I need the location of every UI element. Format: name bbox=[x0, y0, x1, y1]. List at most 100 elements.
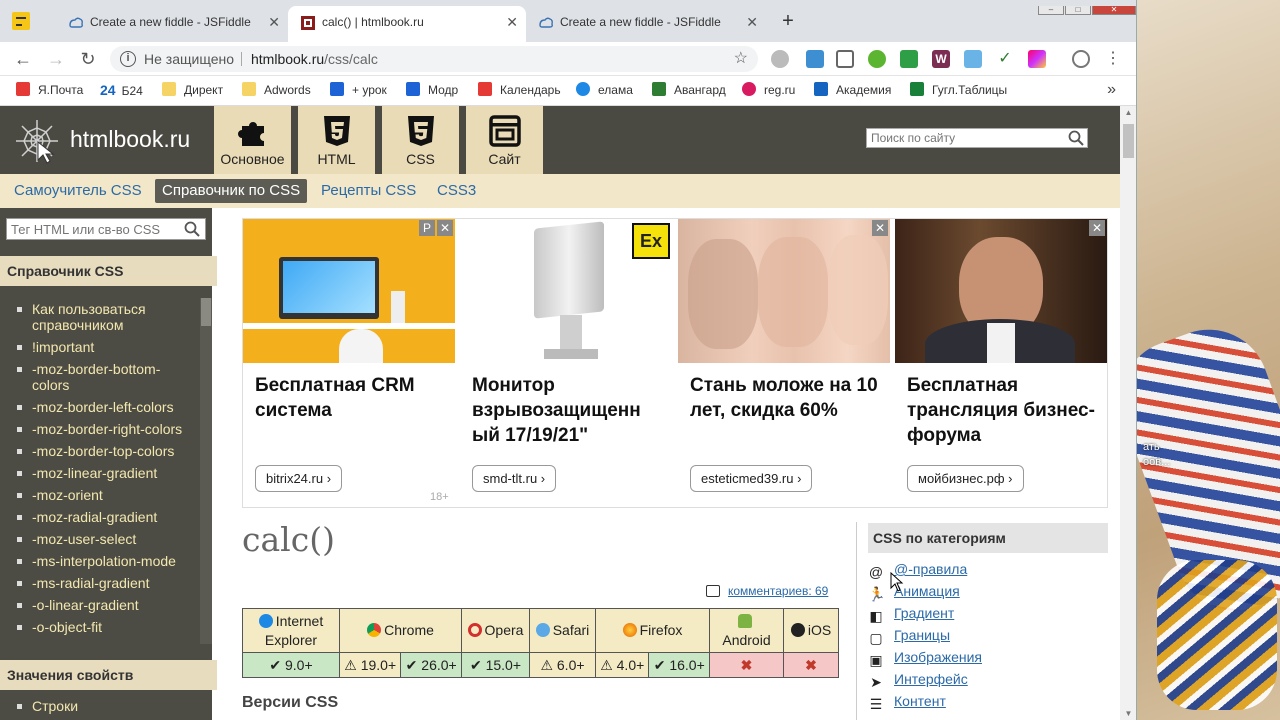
bookmark-item[interactable]: елама bbox=[576, 76, 633, 104]
category-item[interactable]: 🏃 Анимация bbox=[868, 580, 982, 602]
ad-close-icon[interactable]: ✕ bbox=[872, 220, 888, 236]
page-scroll-thumb[interactable] bbox=[1123, 124, 1134, 158]
sidebar-property-item[interactable]: -ms-interpolation-mode bbox=[0, 550, 200, 572]
sidebar-property-item[interactable]: -o-radial-gradient bbox=[0, 638, 200, 644]
sidebar-property-item[interactable]: -moz-border-right-colors bbox=[0, 418, 200, 440]
subnav-tutorial[interactable]: Самоучитель CSS bbox=[7, 179, 149, 203]
sidebar-property-item[interactable]: !important bbox=[0, 336, 200, 358]
sidebar-property-item[interactable]: -o-object-fit bbox=[0, 616, 200, 638]
extension-note-icon[interactable] bbox=[964, 50, 982, 68]
tab-htmlbook[interactable]: calc() | htmlbook.ru ✕ bbox=[288, 6, 526, 42]
nav-tile-html[interactable]: HTML bbox=[298, 106, 375, 174]
sidebar-search-input[interactable] bbox=[7, 219, 177, 239]
sidebar-property-item[interactable]: -moz-linear-gradient bbox=[0, 462, 200, 484]
ad-card[interactable]: P ✕ Бесплатная CRM система bitrix24.ru bbox=[243, 219, 455, 507]
category-link[interactable]: Интерфейс bbox=[894, 671, 968, 687]
ad-domain-button[interactable]: bitrix24.ru bbox=[255, 465, 343, 492]
extension-badge-icon[interactable] bbox=[900, 50, 918, 68]
url-text[interactable]: htmlbook.ru/css/calc bbox=[251, 46, 378, 72]
ad-domain-button[interactable]: мойбизнес.рф bbox=[907, 465, 1024, 492]
bookmark-item[interactable]: Календарь bbox=[478, 76, 561, 104]
ad-card[interactable]: ✕ Стань моложе на 10 лет, скидка 60% est… bbox=[678, 219, 890, 507]
extension-record-icon[interactable] bbox=[771, 50, 789, 68]
ad-close-icon[interactable]: ✕ bbox=[437, 220, 453, 236]
bookmark-item[interactable]: Академия bbox=[814, 76, 891, 104]
tab-close-icon[interactable]: ✕ bbox=[268, 6, 280, 38]
site-search-input[interactable] bbox=[867, 129, 1057, 147]
tab-jsfiddle-2[interactable]: Create a new fiddle - JSFiddle ✕ bbox=[526, 6, 766, 42]
bookmark-item[interactable]: + урок bbox=[330, 76, 387, 104]
ad-close-icon[interactable]: ✕ bbox=[1089, 220, 1105, 236]
extension-green-icon[interactable] bbox=[868, 50, 886, 68]
minimize-button[interactable]: – bbox=[1038, 6, 1064, 15]
site-logo-text[interactable]: htmlbook.ru bbox=[70, 126, 190, 153]
comments-link[interactable]: комментариев: 69 bbox=[706, 584, 828, 598]
maximize-button[interactable]: □ bbox=[1065, 6, 1091, 15]
ad-card[interactable]: Ex Монитор взрывозащищенн ый 17/19/21" s… bbox=[460, 219, 672, 507]
ad-domain-button[interactable]: smd-tlt.ru bbox=[472, 465, 557, 492]
nav-tile-basics[interactable]: Основное bbox=[214, 106, 291, 174]
sidebar-values-item[interactable]: Строки bbox=[16, 698, 78, 714]
category-link[interactable]: Границы bbox=[894, 627, 950, 643]
scroll-down-arrow-icon[interactable]: ▼ bbox=[1120, 709, 1136, 718]
category-item[interactable]: @ @-правила bbox=[868, 558, 982, 580]
bookmark-item[interactable]: Гугл.Таблицы bbox=[910, 76, 1007, 104]
tab-close-icon[interactable]: ✕ bbox=[506, 6, 518, 38]
close-window-button[interactable]: ✕ bbox=[1092, 6, 1136, 15]
desktop-icon-label[interactable]: ать оов... bbox=[1143, 440, 1170, 470]
ad-domain-button[interactable]: esteticmed39.ru bbox=[690, 465, 813, 492]
sidebar-property-item[interactable]: -moz-radial-gradient bbox=[0, 506, 200, 528]
scroll-up-arrow-icon[interactable]: ▲ bbox=[1120, 108, 1136, 117]
sidebar-scrollbar[interactable] bbox=[200, 298, 212, 644]
spiderweb-logo-icon[interactable] bbox=[12, 116, 62, 166]
search-icon[interactable] bbox=[184, 221, 200, 237]
sidebar-property-item[interactable]: -moz-border-top-colors bbox=[0, 440, 200, 462]
category-item[interactable]: ➤ Интерфейс bbox=[868, 668, 982, 690]
sidebar-property-item[interactable]: -moz-border-bottom-colors bbox=[0, 358, 200, 396]
ad-badge-icon[interactable]: P bbox=[419, 220, 435, 236]
back-button[interactable]: ← bbox=[10, 46, 36, 72]
nav-tile-css[interactable]: CSS bbox=[382, 106, 459, 174]
bookmark-item[interactable]: 24 Б24 bbox=[100, 76, 143, 105]
bookmarks-overflow-button[interactable]: » bbox=[1107, 76, 1116, 104]
bookmark-item[interactable]: Adwords bbox=[242, 76, 311, 104]
sidebar-property-item[interactable]: -moz-border-left-colors bbox=[0, 396, 200, 418]
category-item[interactable]: ◧ Градиент bbox=[868, 602, 982, 624]
extension-w-icon[interactable]: W bbox=[932, 50, 950, 68]
sidebar-property-item[interactable]: -o-linear-gradient bbox=[0, 594, 200, 616]
new-tab-button[interactable]: + bbox=[776, 10, 800, 34]
subnav-css3[interactable]: CSS3 bbox=[430, 179, 483, 203]
extension-color-icon[interactable] bbox=[1028, 50, 1046, 68]
bookmark-item[interactable]: Модр bbox=[406, 76, 458, 104]
extension-screen-icon[interactable] bbox=[836, 50, 854, 68]
sidebar-property-item[interactable]: -moz-orient bbox=[0, 484, 200, 506]
forward-button[interactable]: → bbox=[43, 46, 69, 72]
sidebar-property-item[interactable]: Как пользоваться справочником bbox=[0, 298, 200, 336]
subnav-reference[interactable]: Справочник по CSS bbox=[155, 179, 308, 203]
bookmark-item[interactable]: Я.Почта bbox=[16, 76, 83, 104]
security-status[interactable]: Не защищено bbox=[144, 46, 234, 72]
sidebar-property-item[interactable]: -ms-radial-gradient bbox=[0, 572, 200, 594]
ad-card[interactable]: ✕ Бесплатная трансляция бизнес-форума мо… bbox=[895, 219, 1107, 507]
page-scrollbar[interactable]: ▲ ▼ bbox=[1120, 106, 1136, 720]
category-link[interactable]: Контент bbox=[894, 693, 946, 709]
nav-tile-site[interactable]: Сайт bbox=[466, 106, 543, 174]
sidebar-property-item[interactable]: -moz-user-select bbox=[0, 528, 200, 550]
bookmark-item[interactable]: reg.ru bbox=[742, 76, 795, 104]
app-launcher-icon[interactable] bbox=[12, 12, 30, 30]
extension-check-icon[interactable]: ✓ bbox=[996, 50, 1014, 68]
extension-globe-icon[interactable] bbox=[1072, 50, 1090, 68]
tab-close-icon[interactable]: ✕ bbox=[746, 6, 758, 38]
tab-jsfiddle-1[interactable]: Create a new fiddle - JSFiddle ✕ bbox=[56, 6, 288, 42]
category-item[interactable]: ☰ Контент bbox=[868, 690, 982, 712]
bookmark-item[interactable]: Авангард bbox=[652, 76, 726, 104]
category-item[interactable]: ▢ Границы bbox=[868, 624, 982, 646]
address-bar[interactable]: i Не защищено htmlbook.ru/css/calc ☆ bbox=[110, 46, 758, 72]
category-link[interactable]: @-правила bbox=[894, 561, 967, 577]
subnav-recipes[interactable]: Рецепты CSS bbox=[314, 179, 423, 203]
extension-tool-icon[interactable] bbox=[806, 50, 824, 68]
bookmark-star-icon[interactable]: ☆ bbox=[734, 46, 748, 72]
category-item[interactable]: ▣ Изображения bbox=[868, 646, 982, 668]
search-icon[interactable] bbox=[1068, 130, 1084, 146]
info-icon[interactable]: i bbox=[120, 51, 136, 67]
